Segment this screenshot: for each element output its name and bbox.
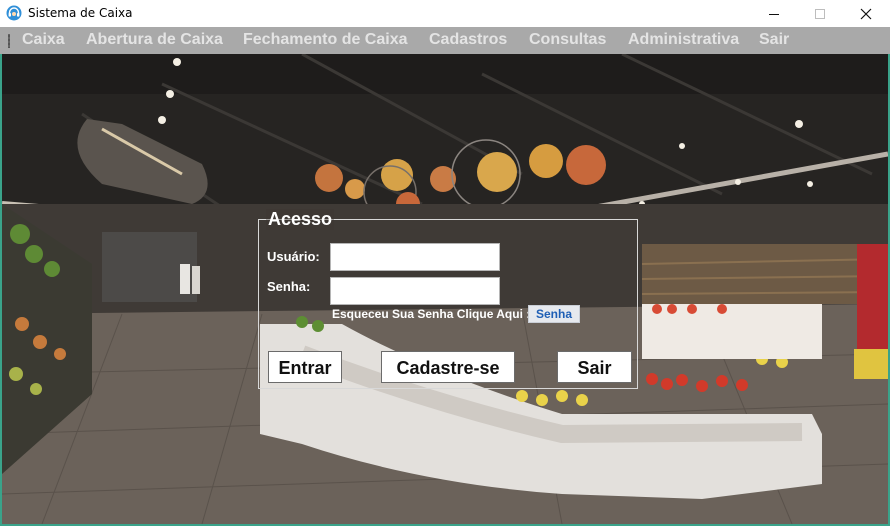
menu-item-consultas[interactable]: Consultas — [529, 31, 606, 49]
sair-button[interactable]: Sair — [557, 351, 632, 383]
menu-item-fechamento-de-caixa[interactable]: Fechamento de Caixa — [243, 31, 408, 49]
maximize-icon — [815, 8, 825, 19]
toolbar-grip-icon[interactable] — [8, 34, 10, 48]
menu-item-administrativa[interactable]: Administrativa — [628, 31, 739, 49]
menu-item-cadastros[interactable]: Cadastros — [429, 31, 507, 49]
window-title: Sistema de Caixa — [28, 6, 133, 20]
close-button[interactable] — [843, 0, 889, 27]
minimize-icon — [769, 13, 779, 15]
entrar-button[interactable]: Entrar — [268, 351, 342, 383]
cadastre-se-button[interactable]: Cadastre-se — [381, 351, 515, 383]
title-bar: Sistema de Caixa — [0, 0, 890, 27]
senha-label: Senha: — [267, 279, 311, 294]
senha-input[interactable] — [330, 277, 500, 305]
forgot-password-text: Esqueceu Sua Senha Clique Aqui : — [332, 307, 531, 321]
menu-item-sair[interactable]: Sair — [759, 31, 789, 49]
close-icon — [860, 8, 872, 19]
menu-item-caixa[interactable]: Caixa — [22, 31, 65, 49]
support-headset-icon — [6, 5, 22, 21]
minimize-button[interactable] — [751, 0, 797, 27]
forgot-password-link[interactable]: Senha — [528, 305, 580, 323]
usuario-input[interactable] — [330, 243, 500, 271]
usuario-label: Usuário: — [267, 249, 320, 264]
menu-item-abertura-de-caixa[interactable]: Abertura de Caixa — [86, 31, 223, 49]
menu-bar: Caixa Abertura de Caixa Fechamento de Ca… — [0, 27, 890, 54]
group-legend: Acesso — [266, 209, 335, 230]
maximize-button[interactable] — [797, 0, 843, 27]
